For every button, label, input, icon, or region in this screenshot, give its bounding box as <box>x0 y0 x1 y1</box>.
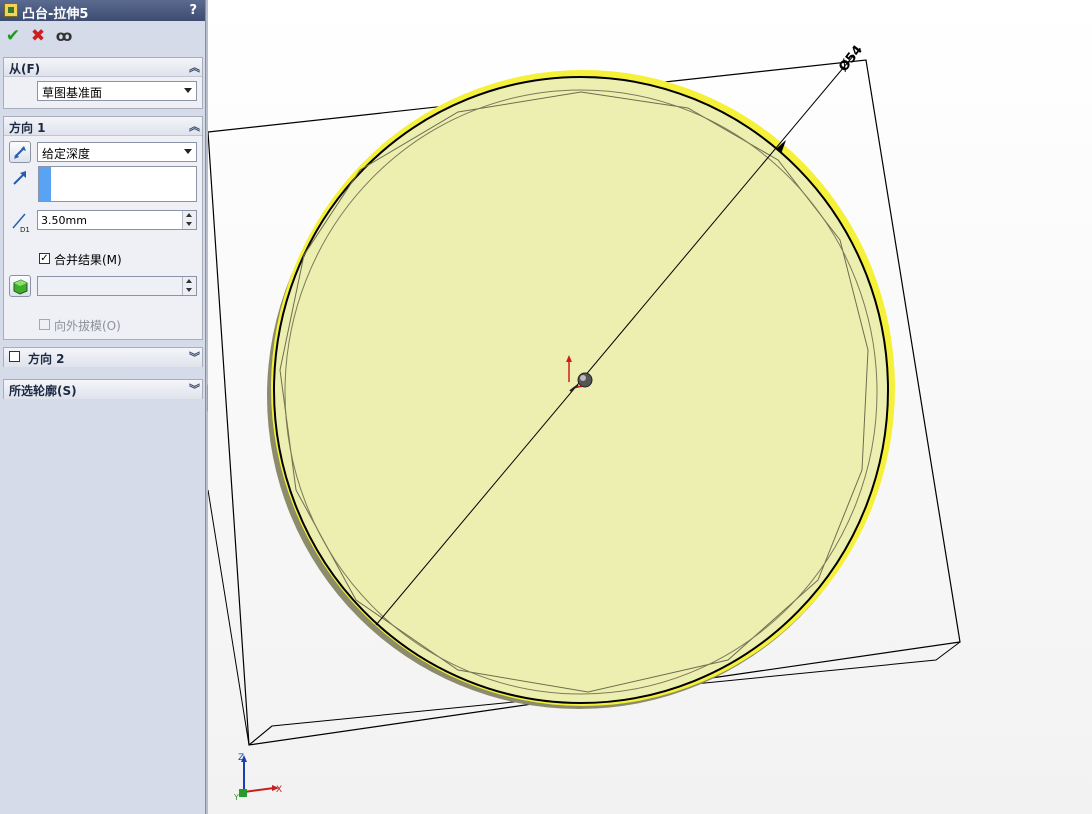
depth-icon: D1 <box>12 213 30 234</box>
merge-result-label: 合并结果(M) <box>54 253 122 267</box>
boss-extrude-icon <box>4 3 18 17</box>
end-condition-value: 给定深度 <box>42 147 91 161</box>
cancel-button[interactable]: ✖ <box>28 26 48 46</box>
reverse-direction-icon <box>14 146 26 159</box>
selected-contours-label: 所选轮廓(S) <box>9 384 77 398</box>
draft-icon <box>13 279 28 295</box>
direction2-label: 方向 2 <box>28 352 65 366</box>
draft-toggle-button[interactable] <box>9 275 31 297</box>
action-bar: ✔ ✖ ꝏ <box>0 22 205 50</box>
direction-vector-icon <box>13 171 26 185</box>
x-axis <box>243 787 275 793</box>
property-manager-panel: 凸台-拉伸5 ? ✔ ✖ ꝏ 从(F) ︽ 草图基准面 方向 1 ︽ 给定深度 … <box>0 0 206 814</box>
from-section-header[interactable]: 从(F) ︽ <box>4 58 202 77</box>
start-condition-dropdown[interactable]: 草图基准面 <box>37 81 197 101</box>
from-section: 从(F) ︽ 草图基准面 <box>3 57 203 109</box>
spin-buttons[interactable] <box>182 211 196 229</box>
from-section-label: 从(F) <box>9 62 41 76</box>
direction1-section: 方向 1 ︽ 给定深度 D1 3.50mm ✓ 合并结果(M) 向外拔模(O) <box>3 116 203 340</box>
selection-indicator <box>39 167 51 201</box>
y-axis-icon <box>239 789 247 797</box>
ok-button[interactable]: ✔ <box>3 26 23 46</box>
draft-outward-label: 向外拔模(O) <box>54 319 121 333</box>
end-condition-dropdown[interactable]: 给定深度 <box>37 142 197 162</box>
direction-selection-box[interactable] <box>38 166 197 202</box>
panel-titlebar: 凸台-拉伸5 ? <box>0 0 205 22</box>
selected-contours-section: 所选轮廓(S) ︾ <box>3 379 203 399</box>
spin-buttons[interactable] <box>182 277 196 295</box>
expand-icon[interactable]: ︾ <box>189 349 200 365</box>
collapse-icon[interactable]: ︽ <box>189 59 200 75</box>
collapse-icon[interactable]: ︽ <box>189 118 200 134</box>
start-condition-value: 草图基准面 <box>42 86 103 100</box>
depth-spinbox[interactable]: 3.50mm <box>37 210 197 230</box>
direction2-section-header[interactable]: 方向 2 ︾ <box>4 348 202 367</box>
draft-angle-spinbox[interactable] <box>37 276 197 296</box>
direction2-checkbox[interactable] <box>9 351 20 362</box>
y-axis-label: Y <box>233 793 239 802</box>
merge-result-checkbox[interactable]: ✓ <box>39 253 50 264</box>
graphics-viewport[interactable]: Ø54 <box>208 0 1092 814</box>
help-button[interactable]: ? <box>189 3 197 18</box>
z-axis-label: Z <box>238 753 244 763</box>
x-axis-label: X <box>276 785 282 795</box>
direction1-section-header[interactable]: 方向 1 ︽ <box>4 117 202 136</box>
expand-icon[interactable]: ︾ <box>189 381 200 397</box>
direction2-section: 方向 2 ︾ <box>3 347 203 367</box>
chevron-down-icon <box>184 88 192 93</box>
depth-value: 3.50mm <box>41 214 87 227</box>
preview-button[interactable]: ꝏ <box>54 26 74 46</box>
draft-outward-checkbox[interactable] <box>39 319 50 330</box>
extrude-preview-disk <box>273 76 889 704</box>
reverse-direction-button[interactable] <box>9 141 31 163</box>
axis-triad: Z X Y <box>233 753 282 802</box>
selected-contours-header[interactable]: 所选轮廓(S) ︾ <box>4 380 202 399</box>
direction1-label: 方向 1 <box>9 121 46 135</box>
svg-text:D1: D1 <box>20 226 30 234</box>
feature-title: 凸台-拉伸5 <box>22 7 89 22</box>
chevron-down-icon <box>184 149 192 154</box>
